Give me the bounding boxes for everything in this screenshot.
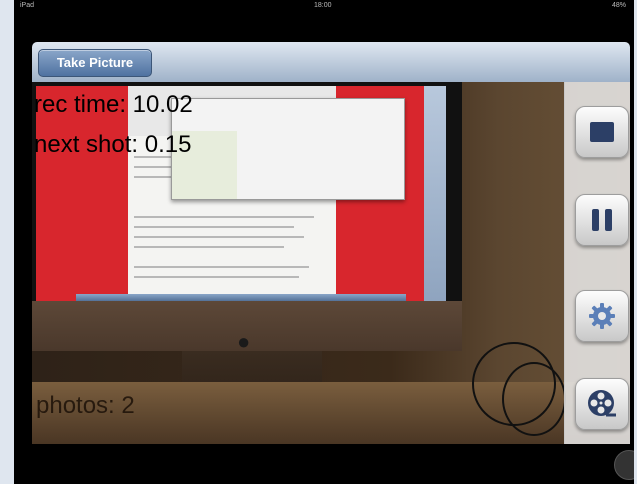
doc-line (134, 266, 309, 268)
stop-icon (590, 122, 614, 142)
pause-button[interactable] (575, 194, 629, 246)
photos-count-label: photos: 2 (36, 392, 135, 419)
status-bar: iPad 18:00 48% (14, 0, 634, 12)
gallery-button[interactable] (575, 378, 629, 430)
home-button[interactable] (614, 450, 634, 480)
doc-line (134, 276, 299, 278)
device-screen: iPad 18:00 48% Take Picture ● rec time: … (14, 0, 634, 484)
doc-line (134, 246, 284, 248)
doc-line (134, 216, 314, 218)
clock-label: 18:00 (314, 2, 332, 9)
doc-line (134, 226, 294, 228)
rec-time-label: rec time: 10.02 (34, 91, 193, 118)
stop-button[interactable] (575, 106, 629, 158)
red-area-left (36, 86, 128, 301)
control-panel (564, 82, 630, 444)
film-reel-icon (588, 390, 616, 417)
carrier-label: iPad (20, 2, 35, 9)
code-window (171, 98, 405, 200)
settings-button[interactable] (575, 290, 629, 342)
doc-line (134, 236, 304, 238)
take-picture-button[interactable]: Take Picture (38, 49, 152, 77)
top-toolbar: Take Picture (32, 42, 630, 83)
battery-label: 48% (612, 2, 627, 9)
next-shot-label: next shot: 0.15 (34, 131, 192, 158)
monitor-screen (36, 86, 446, 301)
screen-dock (76, 294, 406, 301)
screen-sidebar (424, 86, 446, 301)
settings-gear-icon (589, 303, 615, 329)
cable-loop (502, 362, 566, 436)
pause-icon (592, 209, 612, 231)
camera-preview: ● rec time: 10.02 next shot: 0.15 photos… (32, 82, 630, 444)
